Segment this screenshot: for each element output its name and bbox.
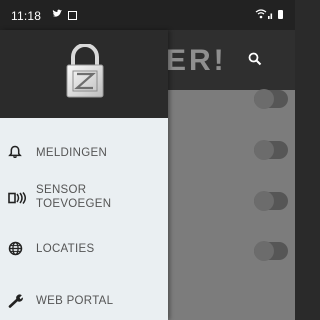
notification-square-icon <box>68 11 77 20</box>
toggle-switch-4[interactable] <box>254 241 288 261</box>
wifi-icon <box>255 8 275 23</box>
toggle-knob <box>254 191 274 211</box>
toggle-knob <box>254 140 274 160</box>
menu-item-locaties[interactable]: LOCATIES <box>0 238 168 262</box>
menu-item-web-portal[interactable]: WEB PORTAL <box>0 290 168 314</box>
menu-item-sensor-toevoegen[interactable]: SENSOR TOEVOEGEN <box>0 181 168 213</box>
bell-icon <box>8 145 22 164</box>
wrench-icon <box>8 293 24 313</box>
drawer-header <box>0 30 168 118</box>
toggle-switch-1[interactable] <box>254 89 288 109</box>
menu-item-label: WEB PORTAL <box>36 295 114 307</box>
status-time: 11:18 <box>11 9 42 23</box>
toggle-switch-3[interactable] <box>254 191 288 211</box>
twitter-icon <box>52 9 63 22</box>
sensor-icon <box>8 191 28 209</box>
padlock-z-logo <box>65 43 105 103</box>
toggle-switch-2[interactable] <box>254 140 288 160</box>
app-title: ER! <box>166 44 227 77</box>
menu-item-label: LOCATIES <box>36 243 95 255</box>
toggle-knob <box>254 241 274 261</box>
battery-icon <box>278 10 283 19</box>
menu-item-label: SENSOR TOEVOEGEN <box>36 184 112 210</box>
drawer-menu: MELDINGEN SENSOR TOEVOEGEN LOCATIES WEB … <box>0 118 168 320</box>
navigation-drawer: MELDINGEN SENSOR TOEVOEGEN LOCATIES WEB … <box>0 30 168 320</box>
menu-item-meldingen[interactable]: MELDINGEN <box>0 142 168 166</box>
menu-item-label: MELDINGEN <box>36 147 108 159</box>
search-icon[interactable] <box>248 52 262 71</box>
status-bar: 11:18 <box>0 0 295 30</box>
globe-icon <box>8 241 23 261</box>
toggle-knob <box>254 89 274 109</box>
